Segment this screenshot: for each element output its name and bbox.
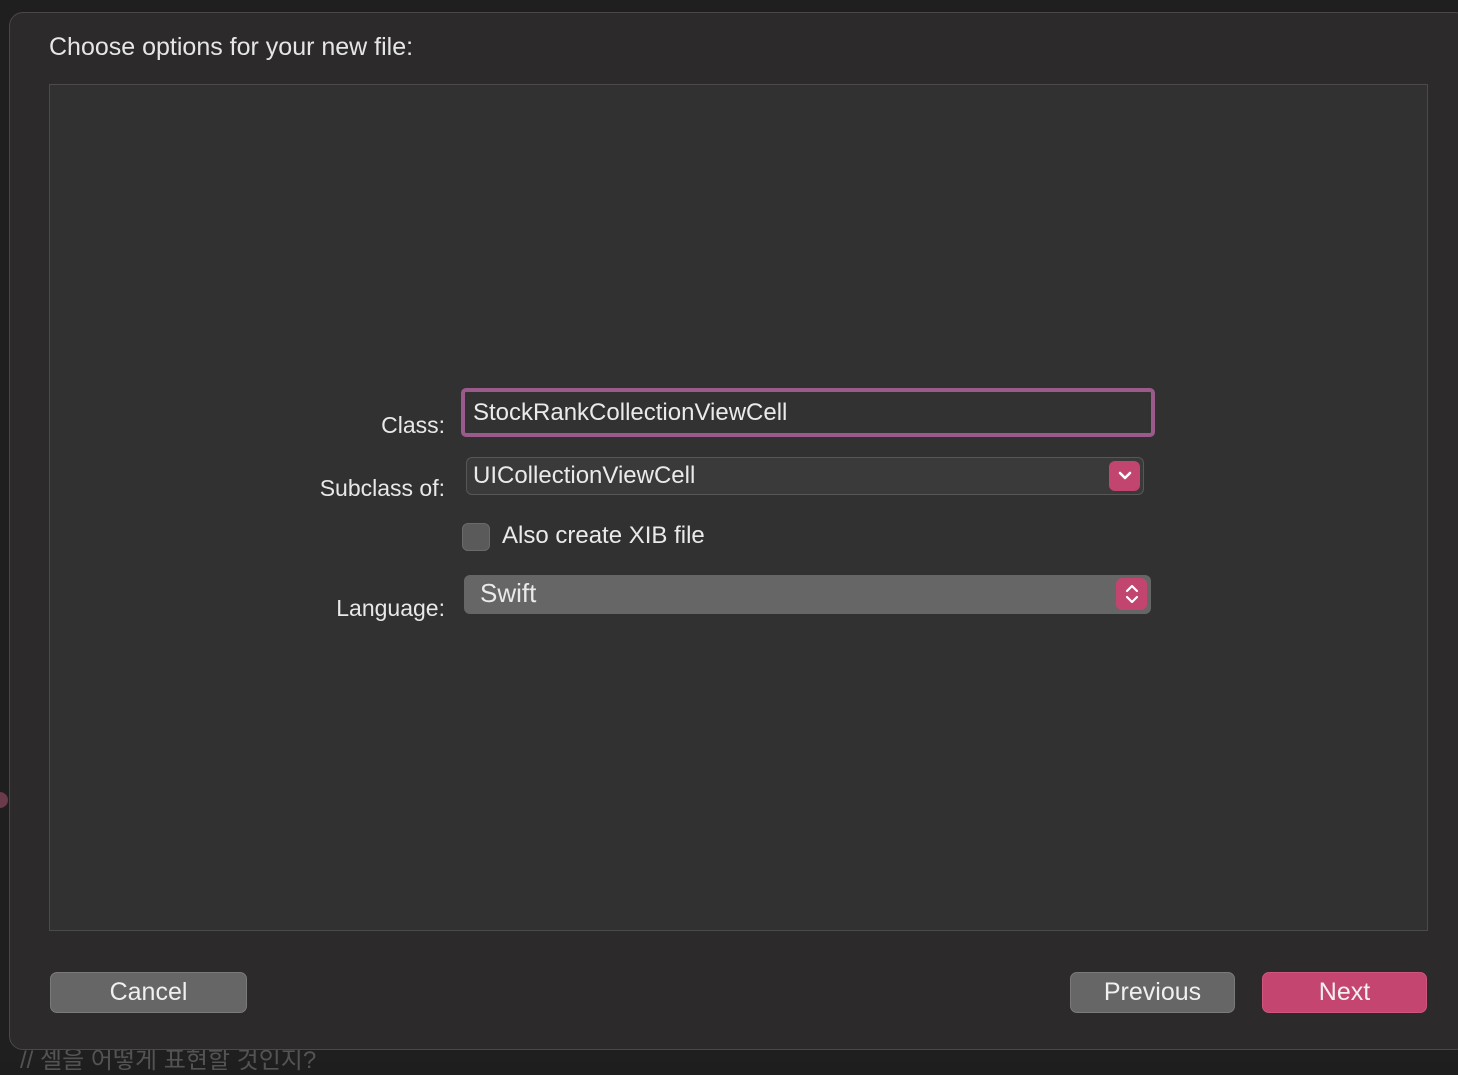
class-label: Class:: [381, 412, 445, 438]
class-name-input[interactable]: StockRankCollectionViewCell: [461, 388, 1155, 437]
chevron-down-icon[interactable]: [1109, 461, 1140, 491]
new-file-options-sheet: Choose options for your new file: Class:…: [9, 12, 1458, 1050]
language-value: Swift: [480, 578, 537, 608]
cancel-button[interactable]: Cancel: [50, 972, 247, 1013]
previous-button[interactable]: Previous: [1070, 972, 1235, 1013]
subclass-value: UICollectionViewCell: [473, 462, 696, 489]
gutter-marker: [0, 792, 8, 808]
class-name-value: StockRankCollectionViewCell: [473, 398, 788, 426]
also-create-xib-checkbox[interactable]: [462, 523, 490, 551]
language-label: Language:: [336, 595, 445, 621]
next-button[interactable]: Next: [1262, 972, 1427, 1013]
also-create-xib-label[interactable]: Also create XIB file: [502, 522, 705, 550]
options-panel: Class: StockRankCollectionViewCell Subcl…: [49, 84, 1428, 931]
sheet-title: Choose options for your new file:: [49, 33, 414, 61]
language-popup[interactable]: Swift: [464, 575, 1151, 614]
up-down-chevron-icon[interactable]: [1116, 578, 1147, 610]
subclass-popup[interactable]: UICollectionViewCell: [466, 457, 1144, 495]
subclass-label: Subclass of:: [319, 475, 445, 501]
